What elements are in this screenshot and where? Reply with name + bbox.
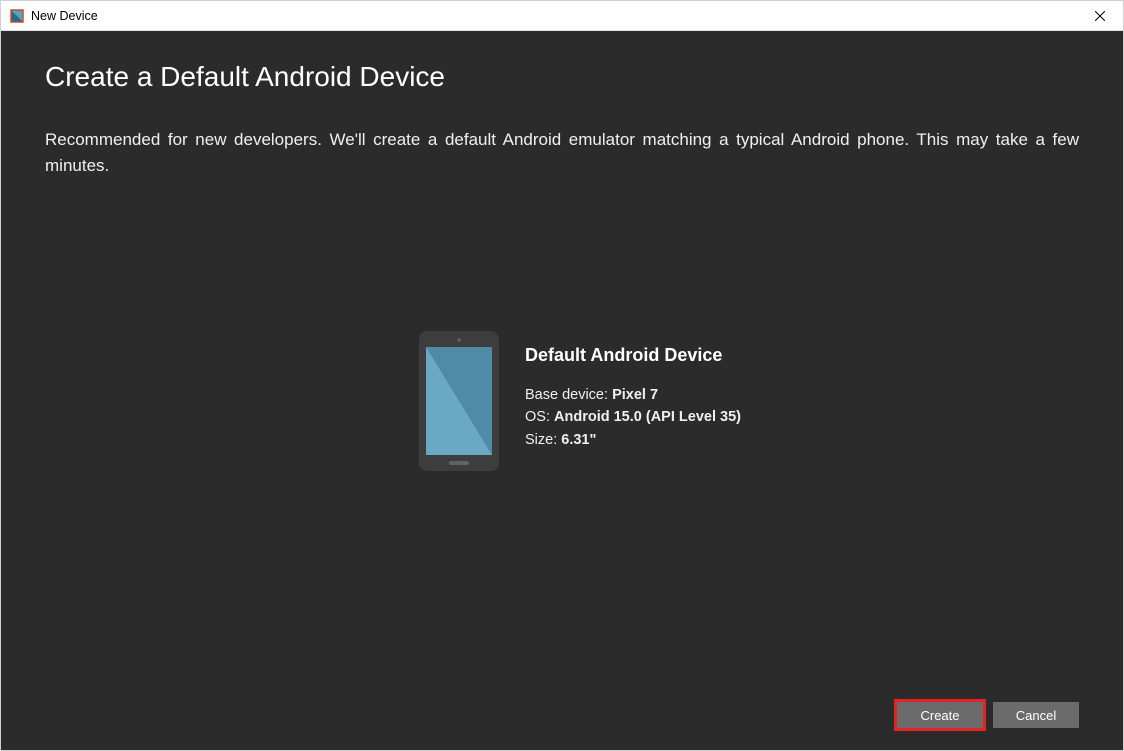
device-size-label: Size: xyxy=(525,432,561,448)
device-base-value: Pixel 7 xyxy=(612,387,658,403)
device-base-row: Base device: Pixel 7 xyxy=(525,384,741,406)
device-size-value: 6.31" xyxy=(561,432,596,448)
app-icon xyxy=(9,8,25,24)
close-button[interactable] xyxy=(1077,1,1123,30)
device-size-row: Size: 6.31" xyxy=(525,429,741,451)
device-base-label: Base device: xyxy=(525,387,612,403)
titlebar[interactable]: New Device xyxy=(1,1,1123,31)
create-button[interactable]: Create xyxy=(897,702,983,728)
dialog-buttons: Create Cancel xyxy=(897,702,1079,728)
close-icon xyxy=(1095,11,1105,21)
dialog-content: Create a Default Android Device Recommen… xyxy=(1,31,1123,750)
device-os-value: Android 15.0 (API Level 35) xyxy=(554,409,741,425)
device-os-row: OS: Android 15.0 (API Level 35) xyxy=(525,406,741,428)
page-heading: Create a Default Android Device xyxy=(45,61,1079,93)
device-os-label: OS: xyxy=(525,409,554,425)
window-title: New Device xyxy=(31,9,98,23)
device-title: Default Android Device xyxy=(525,345,741,366)
cancel-button[interactable]: Cancel xyxy=(993,702,1079,728)
device-preview: Default Android Device Base device: Pixe… xyxy=(419,331,741,476)
phone-icon xyxy=(419,331,499,476)
page-description: Recommended for new developers. We'll cr… xyxy=(45,127,1079,180)
dialog-window: New Device Create a Default Android Devi… xyxy=(0,0,1124,751)
